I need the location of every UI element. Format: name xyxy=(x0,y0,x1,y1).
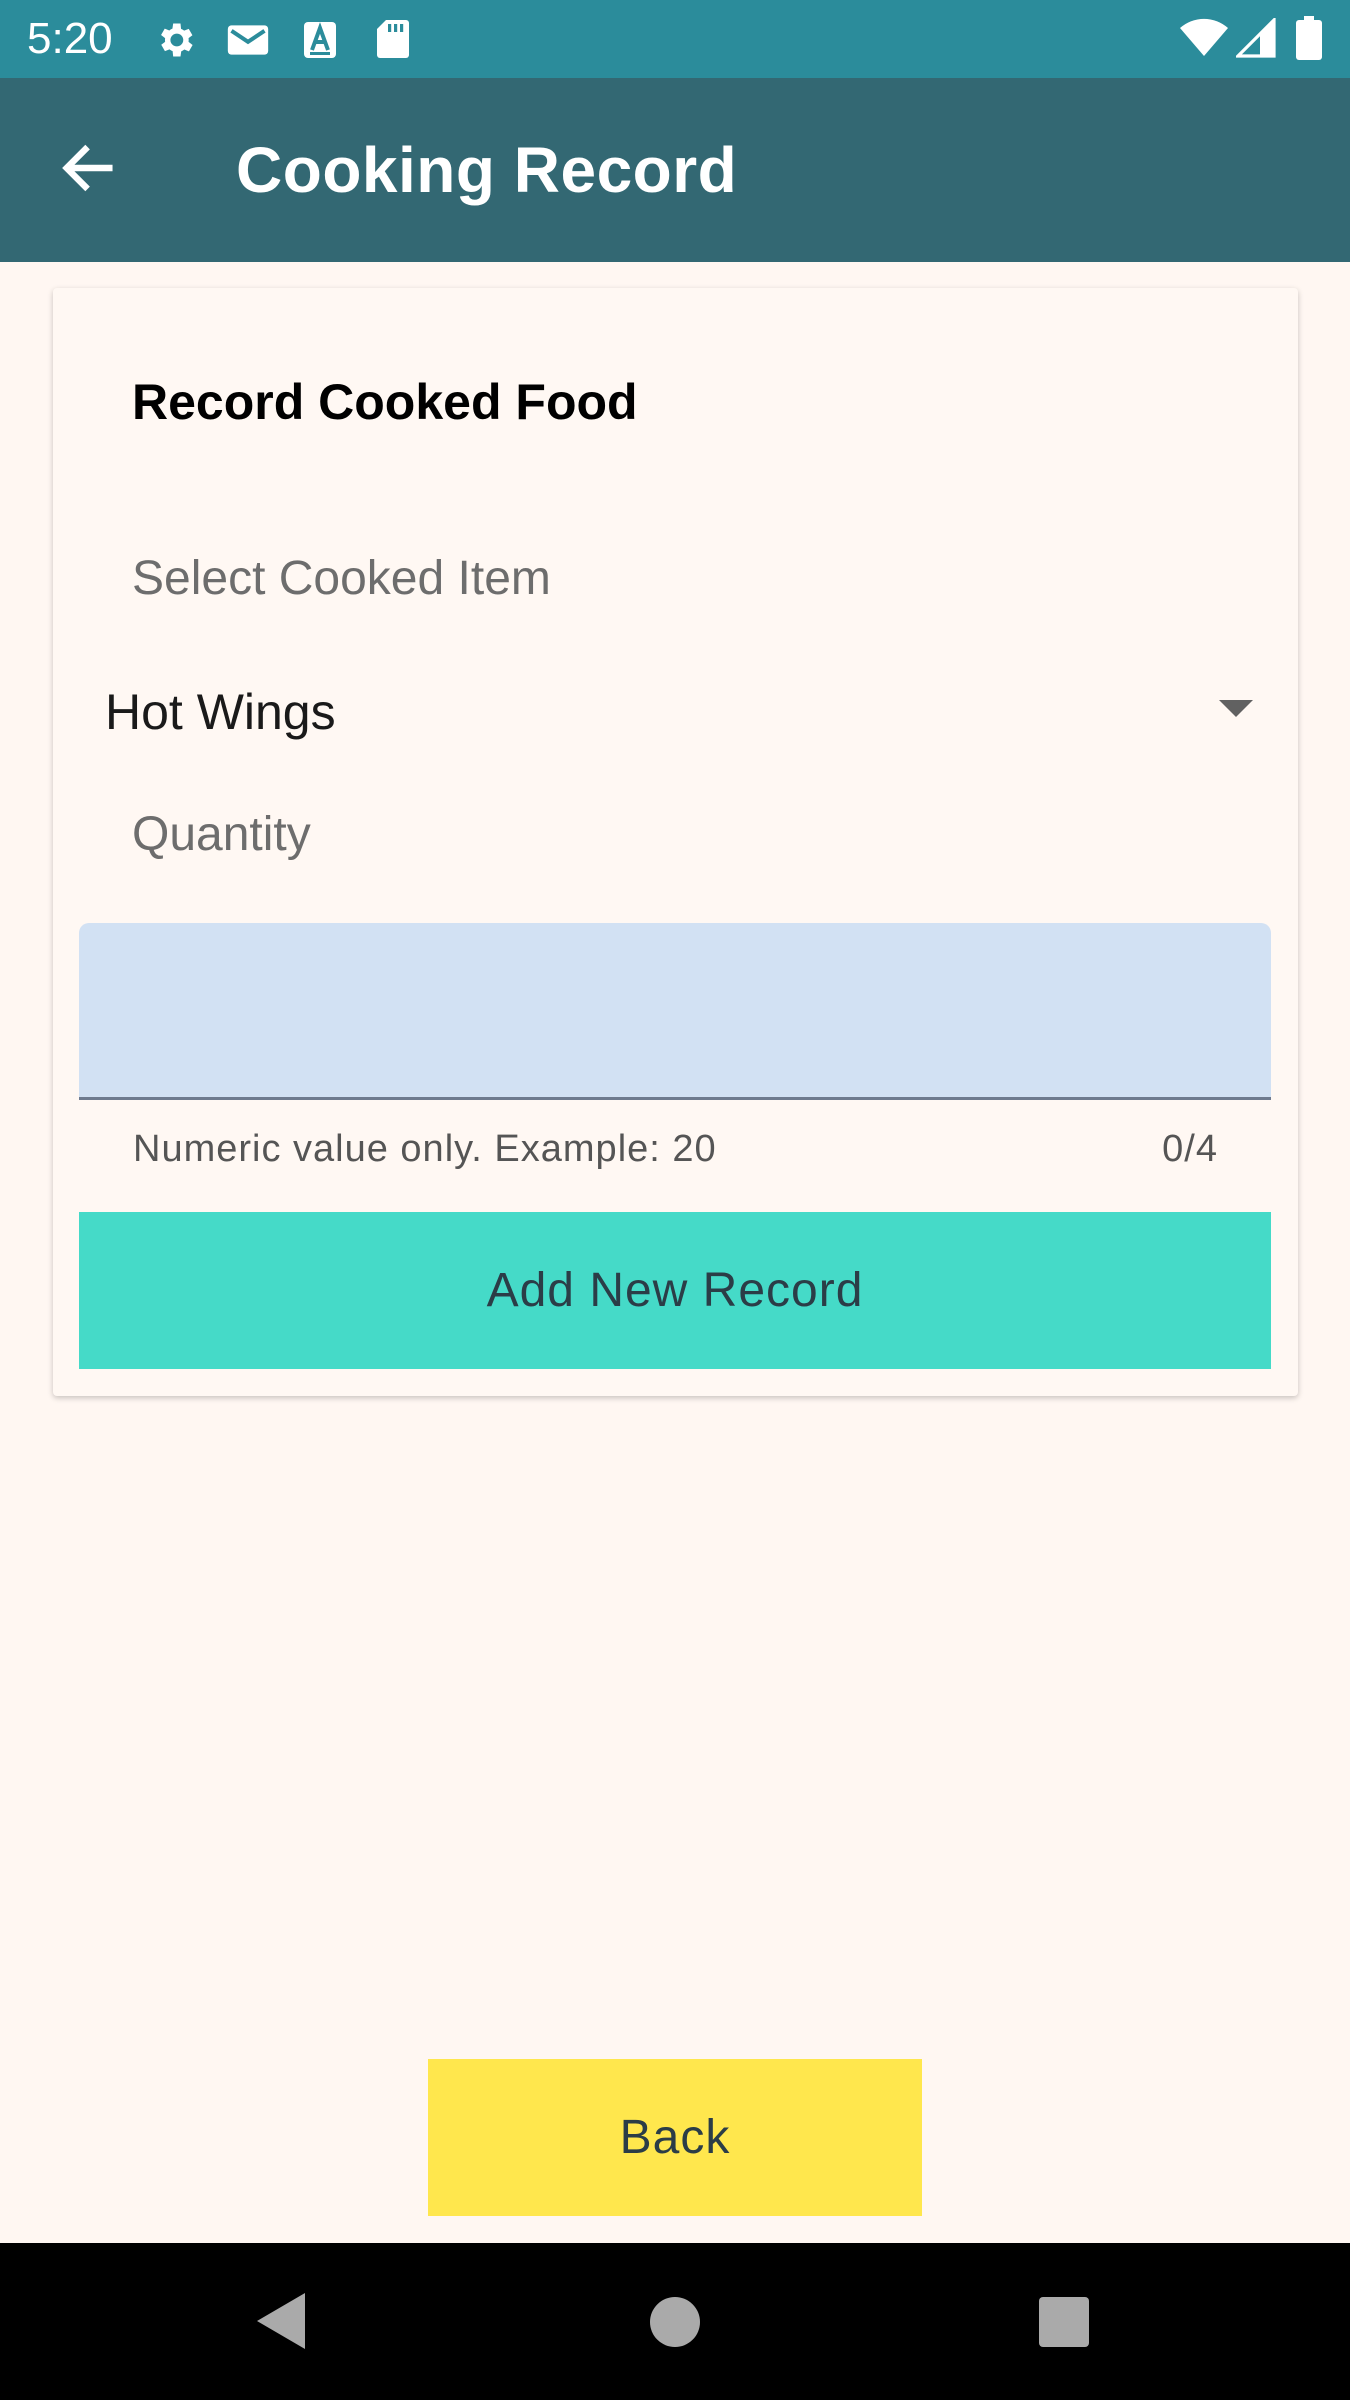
sd-card-icon xyxy=(377,20,409,58)
page-title: Cooking Record xyxy=(236,134,738,206)
gear-icon xyxy=(161,23,193,57)
selected-item-value: Hot Wings xyxy=(105,684,336,740)
battery-icon xyxy=(1296,16,1322,60)
dropdown-arrow-icon xyxy=(1219,700,1253,717)
status-bar: 5:20 xyxy=(0,0,1350,78)
nav-back-icon[interactable] xyxy=(257,2293,305,2349)
record-card: Record Cooked Food Select Cooked Item Ho… xyxy=(53,288,1298,1396)
card-title: Record Cooked Food xyxy=(132,374,638,430)
system-nav-bar xyxy=(0,2243,1350,2400)
wifi-icon xyxy=(1180,18,1228,56)
app-bar: Cooking Record xyxy=(0,78,1350,262)
quantity-input[interactable] xyxy=(79,923,1271,1100)
add-new-record-button[interactable]: Add New Record xyxy=(79,1212,1271,1369)
back-button[interactable]: Back xyxy=(428,2059,922,2216)
gmail-icon xyxy=(227,25,269,55)
cooked-item-select[interactable]: Hot Wings xyxy=(79,658,1273,768)
a-badge-icon xyxy=(304,22,336,58)
character-counter: 0/4 xyxy=(1162,1128,1218,1170)
arrow-back-icon[interactable] xyxy=(56,136,120,200)
nav-home-icon[interactable] xyxy=(650,2297,700,2347)
nav-recents-icon[interactable] xyxy=(1039,2297,1089,2347)
quantity-helper-text: Numeric value only. Example: 20 xyxy=(133,1128,717,1170)
select-item-label: Select Cooked Item xyxy=(132,552,551,605)
signal-icon xyxy=(1236,18,1276,58)
quantity-label: Quantity xyxy=(132,808,311,861)
status-time: 5:20 xyxy=(27,14,113,63)
